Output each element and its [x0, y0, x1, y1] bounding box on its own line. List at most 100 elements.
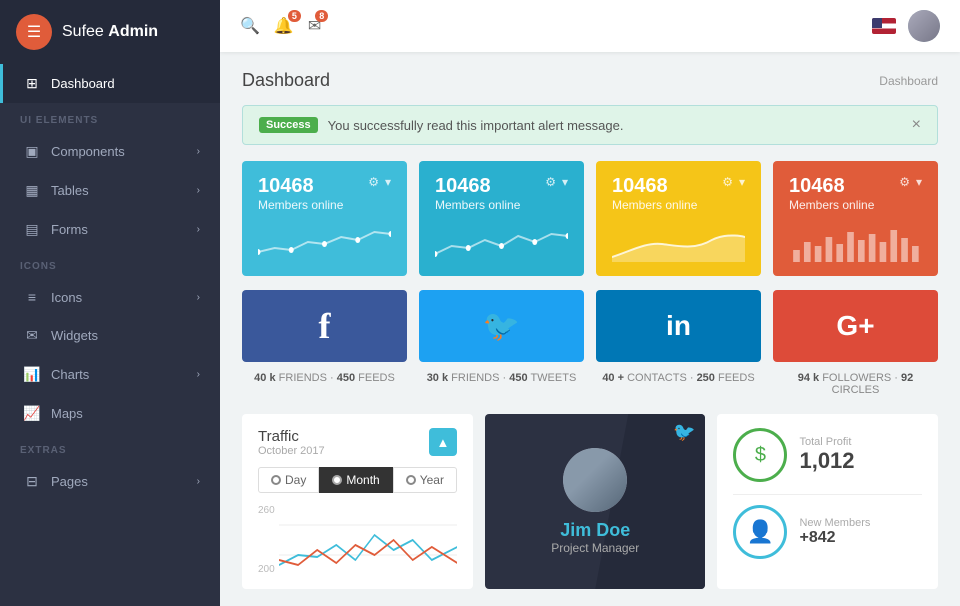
linkedin-card[interactable]: in [596, 290, 761, 362]
messages-badge: 8 [315, 10, 328, 22]
sidebar-item-icons[interactable]: ≡ Icons › [0, 278, 220, 316]
dropdown-icon[interactable]: ▾ [385, 175, 391, 189]
twitter-num1: 30 k [427, 372, 448, 384]
stat-num-3: 10468 [789, 175, 874, 198]
stat-card-2: 10468 Members online ⚙ ▾ [596, 161, 761, 276]
sidebar-item-tables[interactable]: ▦ Tables › [0, 171, 220, 210]
maps-icon: 📈 [23, 405, 41, 422]
sidebar-item-forms[interactable]: ▤ Forms › [0, 210, 220, 249]
sidebar-item-label: Widgets [51, 328, 98, 343]
gear-icon[interactable]: ⚙ [899, 175, 910, 189]
traffic-title: Traffic [258, 428, 325, 445]
sidebar-section-icons: ICONS [0, 249, 220, 278]
stat-label-2: Members online [612, 198, 697, 212]
stat-card-3: 10468 Members online ⚙ ▾ [773, 161, 938, 276]
icons-icon: ≡ [23, 289, 41, 305]
profit-section: $ Total Profit 1,012 [733, 428, 922, 482]
profit-icon: $ [733, 428, 787, 482]
sidebar-item-label: Icons [51, 290, 82, 305]
sidebar-item-charts[interactable]: 📊 Charts › [0, 355, 220, 394]
sidebar-logo: ☰ Sufee Admin [0, 0, 220, 64]
sidebar: ☰ Sufee Admin ⊞ Dashboard UI ELEMENTS ▣ … [0, 0, 220, 606]
tab-month[interactable]: Month [319, 467, 392, 493]
googleplus-card[interactable]: G+ [773, 290, 938, 362]
chevron-right-icon: › [197, 146, 200, 157]
content-area: Dashboard Dashboard Success You successf… [220, 52, 960, 606]
googleplus-icon: G+ [836, 310, 874, 342]
alert-close-button[interactable]: × [912, 116, 921, 134]
twitter-icon: 🐦 [483, 309, 520, 344]
twitter-label2: TWEETS [530, 372, 576, 384]
person-card: 🐦 Jim Doe Project Manager [485, 414, 706, 589]
user-avatar[interactable] [908, 10, 940, 42]
dropdown-icon[interactable]: ▾ [562, 175, 568, 189]
facebook-icon: f [319, 305, 331, 347]
upload-button[interactable]: ▲ [429, 428, 457, 456]
twitter-card-icon: 🐦 [673, 422, 695, 443]
social-cards-row: f 🐦 in G+ [242, 290, 938, 362]
gplus-num2: 92 [901, 372, 913, 384]
new-members-label: New Members [799, 517, 870, 529]
alert-message: You successfully read this important ale… [328, 118, 624, 133]
stat-label-1: Members online [435, 198, 520, 212]
gear-icon[interactable]: ⚙ [722, 175, 733, 189]
tab-year[interactable]: Year [393, 467, 457, 493]
topbar: 🔍 🔔 5 ✉ 8 [220, 0, 960, 52]
linkedin-num2: 250 [697, 372, 715, 384]
sidebar-item-widgets[interactable]: ✉ Widgets [0, 316, 220, 355]
y-label-260: 260 [258, 505, 275, 516]
sidebar-item-maps[interactable]: 📈 Maps [0, 394, 220, 433]
sidebar-item-components[interactable]: ▣ Components › [0, 132, 220, 171]
search-icon[interactable]: 🔍 [240, 16, 260, 36]
notifications-icon[interactable]: 🔔 5 [274, 16, 294, 36]
sidebar-item-label: Dashboard [51, 76, 115, 91]
social-stats-row: 40 k FRIENDS · 450 FEEDS 30 k FRIENDS · … [242, 368, 938, 400]
sidebar-item-label: Pages [51, 474, 88, 489]
linkedin-num1: 40 + [602, 372, 624, 384]
tables-icon: ▦ [23, 182, 41, 199]
person-avatar [563, 448, 627, 512]
traffic-card: Traffic October 2017 ▲ Day Month [242, 414, 473, 589]
chevron-right-icon: › [197, 224, 200, 235]
widgets-icon: ✉ [23, 327, 41, 344]
user-icon: 👤 [733, 505, 787, 559]
page-title: Dashboard [242, 70, 330, 91]
pages-icon: ⊟ [23, 473, 41, 490]
tab-day[interactable]: Day [258, 467, 319, 493]
stat-label-3: Members online [789, 198, 874, 212]
sidebar-item-label: Tables [51, 183, 89, 198]
linkedin-stats: 40 + CONTACTS · 250 FEEDS [596, 368, 761, 400]
traffic-chart [279, 505, 457, 575]
stat-card-1: 10468 Members online ⚙ ▾ [419, 161, 584, 276]
messages-icon[interactable]: ✉ 8 [308, 16, 321, 36]
sidebar-section-extras: EXTRAS [0, 433, 220, 462]
linkedin-label1: CONTACTS · [627, 372, 696, 384]
main-area: 🔍 🔔 5 ✉ 8 Dashboard Dashboard Success Yo… [220, 0, 960, 606]
chevron-right-icon: › [197, 185, 200, 196]
gear-icon[interactable]: ⚙ [545, 175, 556, 189]
facebook-label1: FRIENDS · [279, 372, 337, 384]
dropdown-icon[interactable]: ▾ [916, 175, 922, 189]
facebook-stats: 40 k FRIENDS · 450 FEEDS [242, 368, 407, 400]
facebook-num1: 40 k [254, 372, 275, 384]
twitter-num2: 450 [509, 372, 527, 384]
person-name: Jim Doe [560, 520, 630, 541]
sidebar-item-dashboard[interactable]: ⊞ Dashboard [0, 64, 220, 103]
language-flag[interactable] [872, 18, 896, 34]
traffic-tabs: Day Month Year [258, 467, 457, 493]
twitter-card[interactable]: 🐦 [419, 290, 584, 362]
chevron-right-icon: › [197, 369, 200, 380]
sidebar-item-pages[interactable]: ⊟ Pages › [0, 462, 220, 501]
facebook-card[interactable]: f [242, 290, 407, 362]
googleplus-stats: 94 k FOLLOWERS · 92 CIRCLES [773, 368, 938, 400]
gear-icon[interactable]: ⚙ [368, 175, 379, 189]
y-label-200: 200 [258, 564, 275, 575]
traffic-subtitle: October 2017 [258, 445, 325, 457]
dropdown-icon[interactable]: ▾ [739, 175, 745, 189]
facebook-num2: 450 [337, 372, 355, 384]
stat-num-0: 10468 [258, 175, 343, 198]
forms-icon: ▤ [23, 221, 41, 238]
gplus-num1: 94 k [798, 372, 819, 384]
components-icon: ▣ [23, 143, 41, 160]
sidebar-item-label: Components [51, 144, 125, 159]
